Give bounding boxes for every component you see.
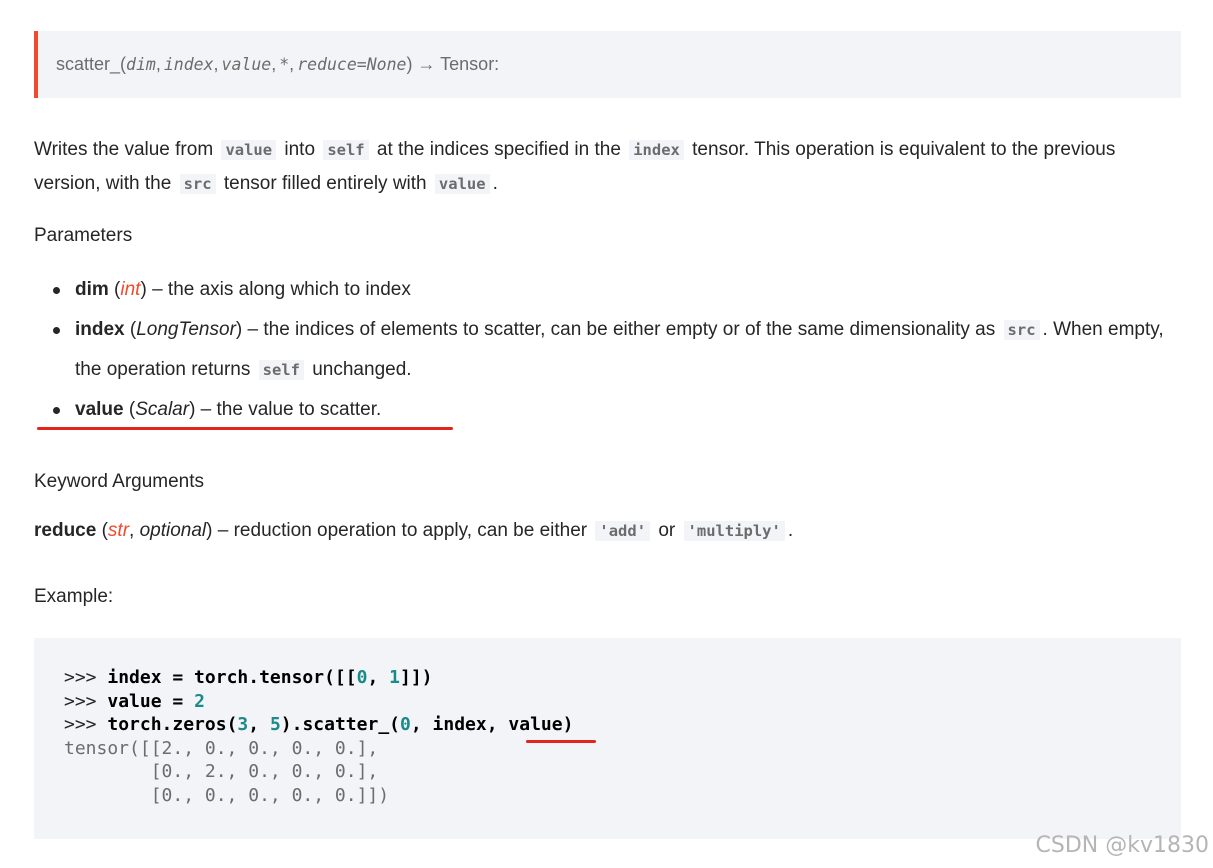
description: Writes the value from value into self at… [34, 139, 1116, 194]
function-signature: scatter_(dim, index, value, *, reduce=No… [34, 31, 1181, 98]
param-dim: dim (int) – the axis along which to inde… [34, 270, 1174, 310]
type-link-str[interactable]: str [108, 520, 129, 541]
code-self: self [258, 360, 304, 380]
arg-dim: dim [126, 55, 156, 74]
param-value: value (Scalar) – the value to scatter. [34, 390, 1174, 430]
function-name: scatter_ [56, 54, 121, 74]
code-value-2: value [434, 174, 490, 194]
arg-star: * [279, 55, 290, 74]
code-src: src [1003, 320, 1040, 340]
return-type: → Tensor: [417, 54, 500, 74]
code-example[interactable]: >>> index = torch.tensor([[0, 1]]) >>> v… [34, 638, 1181, 839]
param-index: index (LongTensor) – the indices of elem… [34, 310, 1174, 390]
keyword-arg-reduce: reduce (str, optional) – reduction opera… [34, 520, 794, 541]
code-value: value [221, 140, 277, 160]
output-line: [0., 2., 0., 0., 0.], [64, 761, 379, 782]
keyword-args-heading: Keyword Arguments [34, 471, 205, 492]
red-underline-annotation [37, 427, 453, 430]
code-src: src [179, 174, 216, 194]
arg-reduce: reduce=None [297, 55, 407, 74]
code-self: self [323, 140, 369, 160]
code-add: 'add' [595, 521, 651, 541]
code-index: index [629, 140, 684, 160]
parameters-list: dim (int) – the axis along which to inde… [34, 270, 1174, 430]
example-heading: Example: [34, 586, 114, 607]
parameters-heading: Parameters [34, 225, 133, 246]
output-line: [0., 0., 0., 0., 0.]]) [64, 784, 390, 806]
arg-index: index [163, 55, 214, 74]
type-link-int[interactable]: int [120, 279, 140, 300]
red-underline-annotation [526, 740, 596, 743]
code-multiply: 'multiply' [683, 521, 785, 541]
output-line: tensor([[2., 0., 0., 0., 0.], [64, 737, 379, 759]
watermark: CSDN @kv1830 [1035, 833, 1209, 858]
arg-value: value [221, 55, 272, 74]
